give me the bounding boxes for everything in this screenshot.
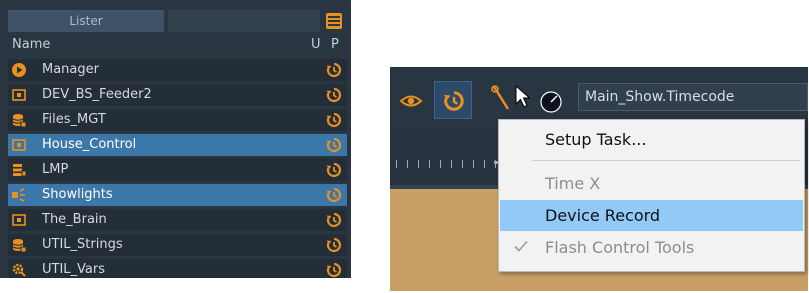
column-header: Name U P xyxy=(0,35,351,55)
history-icon[interactable] xyxy=(326,212,342,228)
menu-item-time-x[interactable]: Time X xyxy=(500,168,803,199)
list-item-label: The_Brain xyxy=(42,212,107,227)
context-menu: Setup Task... Time X Device Record Flash… xyxy=(498,119,805,272)
history-icon[interactable] xyxy=(326,137,342,153)
light-rack-icon xyxy=(13,164,26,177)
history-icon[interactable] xyxy=(326,262,342,278)
history-button[interactable] xyxy=(434,81,472,119)
ruler-ticks xyxy=(396,160,506,168)
history-icon[interactable] xyxy=(326,237,342,253)
cursor-icon xyxy=(515,85,531,108)
list-item[interactable]: UTIL_Vars xyxy=(8,259,347,278)
list-item-label: House_Control xyxy=(42,137,137,152)
editor-toolbar: Main_Show.Timecode xyxy=(390,67,808,127)
menu-item-label: Time X xyxy=(545,174,601,193)
menu-item-label: Flash Control Tools xyxy=(545,238,695,257)
knob-icon[interactable] xyxy=(540,91,562,113)
list-item-label: DEV_BS_Feeder2 xyxy=(42,87,152,102)
lister-panel: Lister Name U P Manager DEV_BS_Feeder2 F… xyxy=(0,0,351,278)
eye-icon[interactable] xyxy=(400,91,422,111)
list-item-label: UTIL_Vars xyxy=(42,262,106,277)
menu-item-label: Setup Task... xyxy=(545,130,647,149)
list-item[interactable]: UTIL_Strings xyxy=(8,234,347,256)
database-icon xyxy=(12,114,26,127)
hamburger-menu-icon[interactable] xyxy=(326,13,342,29)
history-icon[interactable] xyxy=(326,162,342,178)
list-item[interactable]: DEV_BS_Feeder2 xyxy=(8,84,347,106)
history-icon[interactable] xyxy=(326,62,342,78)
menu-item-setup-task[interactable]: Setup Task... xyxy=(500,124,803,155)
list-item-label: UTIL_Strings xyxy=(42,237,123,252)
lister-tab-bar xyxy=(168,10,320,32)
list-item-label: Manager xyxy=(42,62,99,77)
menu-item-label: Device Record xyxy=(545,206,661,225)
menu-item-device-record[interactable]: Device Record xyxy=(500,200,803,231)
menu-separator xyxy=(532,160,800,161)
history-icon[interactable] xyxy=(326,112,342,128)
database-icon xyxy=(12,239,26,252)
checkmark-icon xyxy=(514,240,528,252)
device-icon xyxy=(12,214,26,226)
lister-tab[interactable]: Lister xyxy=(8,10,164,32)
list-item-label: LMP xyxy=(42,162,69,177)
column-p-header[interactable]: P xyxy=(331,37,339,52)
device-icon xyxy=(12,89,26,101)
history-icon xyxy=(443,91,464,111)
list-item-label: Showlights xyxy=(42,187,113,202)
lister-header: Lister xyxy=(8,10,344,32)
history-icon[interactable] xyxy=(326,187,342,203)
history-icon[interactable] xyxy=(326,87,342,103)
spotlight-icon xyxy=(12,188,25,202)
column-name-header[interactable]: Name xyxy=(12,37,50,52)
gear-tool-icon xyxy=(12,263,26,277)
list-item[interactable]: The_Brain xyxy=(8,209,347,231)
wrench-icon[interactable] xyxy=(490,85,512,111)
device-icon xyxy=(12,139,26,151)
list-item[interactable]: LMP xyxy=(8,159,347,181)
list-item[interactable]: House_Control xyxy=(8,134,347,156)
play-circle-icon xyxy=(12,63,26,77)
timecode-field[interactable]: Main_Show.Timecode xyxy=(578,83,808,111)
list-item[interactable]: Files_MGT xyxy=(8,109,347,131)
list-item[interactable]: Showlights xyxy=(8,184,347,206)
column-u-header[interactable]: U xyxy=(311,37,321,52)
menu-item-flash-control-tools[interactable]: Flash Control Tools xyxy=(500,232,803,263)
list-item-label: Files_MGT xyxy=(42,112,106,127)
lister-rows: Manager DEV_BS_Feeder2 Files_MGT House_C… xyxy=(8,59,347,278)
list-item[interactable]: Manager xyxy=(8,59,347,81)
